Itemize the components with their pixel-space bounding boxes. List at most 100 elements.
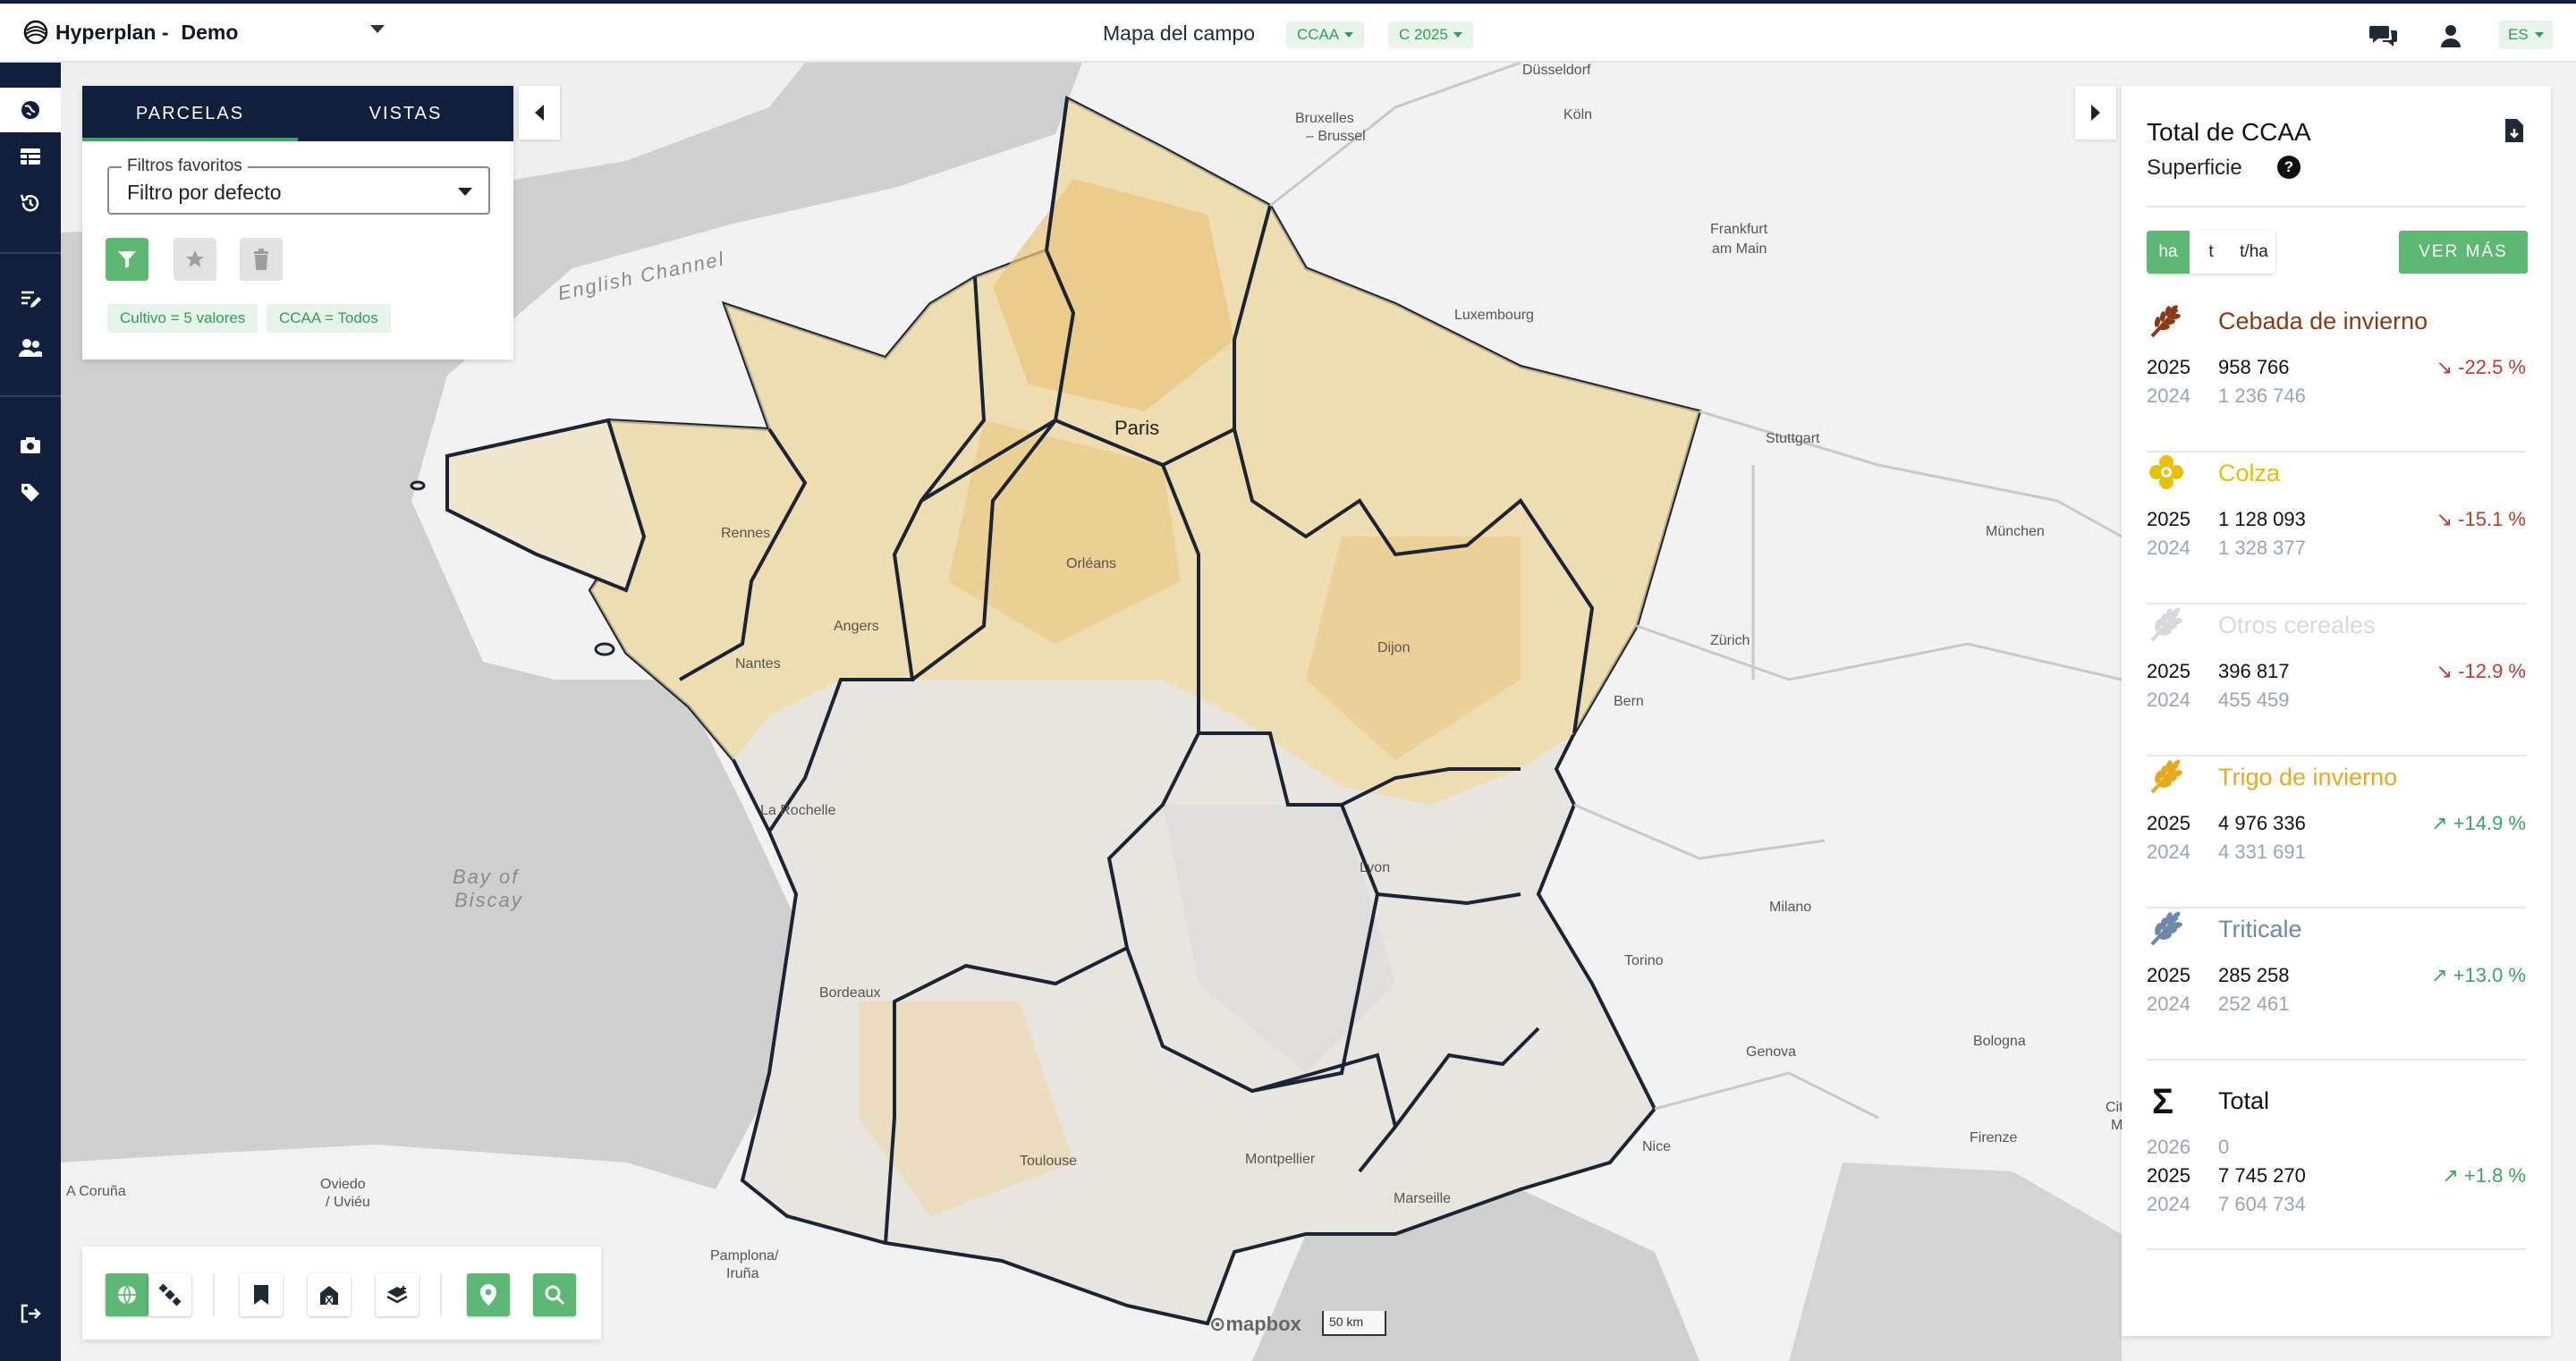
export-button[interactable] [2504,118,2524,148]
filter-chip[interactable]: CCAA = Todos [267,304,391,333]
row-change: ↗ +13.0 % [2415,964,2526,987]
trash-icon [254,249,268,270]
map-label-city: Stuttgart [1766,431,1820,446]
row-year: 2024 [2147,537,2190,559]
campaign-filter-pill[interactable]: C 2025 [1388,21,1473,48]
map-label-city: La Rochelle [760,803,836,818]
row-value: 7 604 734 [2218,1193,2306,1215]
crop-row: 2024 4 331 691 [2147,841,2526,864]
tab-parcelas[interactable]: PARCELAS [82,86,298,141]
row-year: 2024 [2147,689,2190,711]
map-label-city: Toulouse [1020,1154,1078,1169]
map-label-city: Dijon [1377,640,1411,655]
crop-row: 2025 1 128 093 ↘ -15.1 % [2147,508,2526,531]
layers-button[interactable] [376,1273,419,1316]
panel-title: Total de CCAA [2147,118,2311,146]
row-value: 7 745 270 [2218,1164,2306,1187]
globe-icon [118,1285,136,1306]
map-label-city: Nantes [735,656,781,672]
row-year: 2025 [2147,812,2190,834]
nav-camera[interactable] [0,423,61,468]
row-change: ↘ -12.9 % [2415,660,2526,683]
favorite-button[interactable] [174,238,216,281]
map-label-sea: Biscay [454,889,523,911]
nav-users[interactable] [0,325,61,370]
ver-mas-button[interactable]: VER MÁS [2399,231,2528,274]
brand-name: Hyperplan - [55,20,169,44]
arrow-down-right-icon: ↘ [2436,356,2459,378]
unit-toggle: ha t t/ha [2147,231,2275,274]
project-dropdown-caret-icon[interactable] [370,25,385,33]
row-year: 2024 [2147,993,2190,1015]
delete-filter-button[interactable] [240,238,283,281]
chevron-down-icon [458,188,472,196]
crop-summary[interactable]: Cebada de invierno 2025 958 766 ↘ -22.5 % 20… [2147,300,2526,452]
arrow-down-right-icon: ↘ [2436,508,2459,530]
nav-tags[interactable] [0,470,61,515]
help-icon[interactable]: ? [2277,156,2301,179]
row-value: 1 128 093 [2218,508,2306,530]
favorite-filter-value: Filtro por defecto [127,181,282,204]
map-label-city: Zürich [1710,633,1750,648]
user-icon[interactable] [2435,20,2467,52]
unit-ha-button[interactable]: ha [2147,231,2190,274]
collapse-right-panel-button[interactable] [2075,86,2116,139]
farm-button[interactable] [308,1273,351,1316]
collapse-left-panel-button[interactable] [519,86,560,139]
statistics-panel: Total de CCAA Superficie ? ha t t/ha VER… [2122,86,2551,1336]
crop-row: 2025 285 258 ↗ +13.0 % [2147,964,2526,987]
change-value: -12.9 % [2458,660,2526,682]
flower-icon [2147,452,2188,494]
barn-icon [320,1286,338,1306]
page-title: Mapa del campo [1103,21,1256,45]
search-button[interactable] [533,1273,576,1316]
map-label-city: Angers [834,619,879,634]
mapbox-attribution[interactable]: ⊙mapbox [1209,1313,1301,1336]
map-label-city: am Main [1712,241,1767,257]
map-label-city: A Coruña [66,1184,126,1199]
nav-logout[interactable] [0,1291,61,1336]
crop-summary[interactable]: Trigo de invierno 2025 4 976 336 ↗ +14.9 % 2… [2147,757,2526,909]
filter-chip[interactable]: Cultivo = 5 valores [107,304,258,333]
language-selector[interactable]: ES [2499,21,2553,49]
nav-map[interactable] [0,88,61,132]
map-icon [21,101,39,119]
nav-history[interactable] [0,181,61,225]
logout-icon [21,1304,41,1323]
row-year: 2025 [2147,660,2190,682]
favorite-filter-select[interactable]: Filtros favoritos Filtro por defecto [107,156,490,215]
sigma-icon: Σ [2152,1082,2174,1121]
crop-row: 2024 1 236 746 [2147,385,2526,408]
ccaa-filter-pill[interactable]: CCAA [1286,21,1365,48]
crop-name: Otros cereales [2218,612,2376,638]
row-value: 1 328 377 [2218,537,2306,559]
star-icon [186,250,204,267]
brand[interactable]: Hyperplan - Demo [23,20,238,45]
base-map-button[interactable] [106,1273,148,1316]
map-label-sea: Bay of [453,866,520,888]
row-value: 4 331 691 [2218,841,2306,863]
nav-edit-list[interactable] [0,277,61,322]
crop-summary[interactable]: Colza 2025 1 128 093 ↘ -15.1 % 2024 1 328 377 [2147,452,2526,604]
chat-icon[interactable] [2368,20,2400,52]
crop-summary[interactable]: Triticale 2025 285 258 ↗ +13.0 % 2024 252 461 [2147,909,2526,1061]
unit-t-button[interactable]: t [2190,231,2233,274]
bookmark-button[interactable] [240,1273,283,1316]
filter-button[interactable] [106,238,148,281]
camera-icon [21,437,40,453]
left-nav [0,63,61,1361]
crop-summary[interactable]: Otros cereales 2025 396 817 ↘ -12.9 % 2024 45… [2147,604,2526,757]
row-change: ↘ -22.5 % [2415,356,2526,379]
unit-tha-button[interactable]: t/ha [2233,231,2275,274]
map-label-city: München [1986,524,2045,539]
map-toolbar [82,1247,601,1340]
location-button[interactable] [467,1273,510,1316]
tab-vistas[interactable]: VISTAS [298,86,513,141]
change-value: -15.1 % [2458,508,2526,530]
nav-table[interactable] [0,134,61,179]
map-label-city: Montpellier [1245,1152,1316,1167]
crop-row: 2025 958 766 ↘ -22.5 % [2147,356,2526,379]
total-row: 2024 7 604 734 [2147,1193,2526,1216]
row-value: 455 459 [2218,689,2290,711]
satellite-button[interactable] [148,1273,191,1316]
